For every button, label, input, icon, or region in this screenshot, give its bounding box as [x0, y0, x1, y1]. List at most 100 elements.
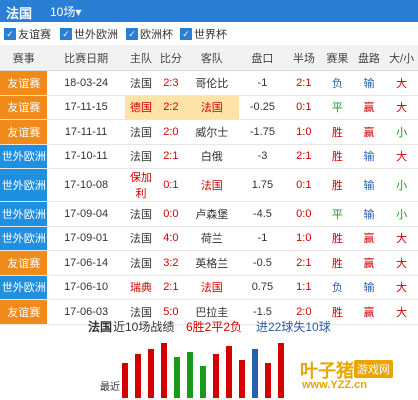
filter-euro-cup[interactable]: ✓ 欧洲杯 — [126, 26, 173, 42]
result-cell: 胜 — [322, 250, 353, 276]
away-team-cell[interactable]: 法国 — [184, 95, 240, 120]
home-team-cell[interactable]: 保加利 — [124, 168, 158, 202]
cover-cell: 赢 — [352, 250, 386, 276]
away-team-cell[interactable]: 哥伦比 — [184, 70, 240, 96]
half-score-cell: 2:1 — [285, 144, 323, 169]
score-cell: 4:0 — [157, 226, 185, 251]
away-team-cell[interactable]: 卢森堡 — [184, 201, 240, 227]
filter-bar: ✓ 友谊赛 ✓ 世外欧洲 ✓ 欧洲杯 ✓ 世界杯 — [0, 24, 418, 42]
home-team-cell[interactable]: 法国 — [124, 250, 158, 276]
table-row: 友谊赛 17-11-11 法国 2:0 威尔士 -1.75 1:0 胜赢小 — [0, 119, 418, 145]
cover-cell: 输 — [352, 201, 386, 227]
over-under-cell: 小 — [385, 168, 418, 202]
filter-label: 友谊赛 — [18, 29, 51, 41]
home-team-cell[interactable]: 德国 — [124, 95, 158, 120]
logo-url: www.YZZ.cn — [302, 379, 367, 391]
form-bar-chart — [118, 334, 298, 398]
event-cell[interactable]: 世外欧洲 — [0, 144, 48, 169]
line-cell: -0.5 — [239, 250, 286, 276]
half-score-cell: 0:1 — [285, 168, 323, 202]
date-cell: 17-09-01 — [47, 226, 125, 251]
over-under-cell: 大 — [385, 226, 418, 251]
away-team-cell[interactable]: 荷兰 — [184, 226, 240, 251]
result-cell: 负 — [322, 275, 353, 300]
summary-record: 6胜2平2负 — [186, 320, 243, 334]
form-bar — [187, 352, 193, 398]
logo-tag: 游戏网 — [354, 360, 393, 378]
form-bar — [161, 343, 167, 398]
site-logo: 叶子猪 游戏网 www.YZZ.cn — [300, 355, 418, 400]
event-cell[interactable]: 友谊赛 — [0, 70, 48, 96]
away-team-cell[interactable]: 威尔士 — [184, 119, 240, 145]
event-cell[interactable]: 友谊赛 — [0, 119, 48, 145]
half-score-cell: 0:1 — [285, 95, 323, 120]
col-date: 比赛日期 — [47, 45, 125, 71]
line-cell: 0.75 — [239, 275, 286, 300]
checkbox-icon[interactable]: ✓ — [60, 28, 72, 40]
cover-cell: 赢 — [352, 95, 386, 120]
form-bar — [200, 366, 206, 398]
form-bar — [226, 346, 232, 398]
form-bar — [213, 354, 219, 398]
over-under-cell: 小 — [385, 119, 418, 145]
home-team-cell[interactable]: 瑞典 — [124, 275, 158, 300]
team-title: 法国 — [6, 6, 33, 21]
filter-label: 世界杯 — [194, 29, 227, 41]
event-cell[interactable]: 世外欧洲 — [0, 168, 48, 202]
range-select[interactable]: 10场▾ — [50, 3, 81, 20]
result-cell: 胜 — [322, 144, 353, 169]
home-team-cell[interactable]: 法国 — [124, 70, 158, 96]
home-team-cell[interactable]: 法国 — [124, 201, 158, 227]
summary-goals: 进22球失10球 — [256, 320, 331, 334]
away-team-cell[interactable]: 法国 — [184, 275, 240, 300]
result-cell: 胜 — [322, 119, 353, 145]
checkbox-icon[interactable]: ✓ — [126, 28, 138, 40]
date-cell: 17-09-04 — [47, 201, 125, 227]
home-team-cell[interactable]: 法国 — [124, 226, 158, 251]
over-under-cell: 大 — [385, 70, 418, 96]
away-team-cell[interactable]: 白俄 — [184, 144, 240, 169]
table-header: 赛事 比赛日期 主队 比分 客队 盘口 半场 赛果 盘路 大/小 — [0, 45, 418, 71]
filter-world-cup[interactable]: ✓ 世界杯 — [180, 26, 227, 42]
date-cell: 18-03-24 — [47, 70, 125, 96]
checkbox-icon[interactable]: ✓ — [180, 28, 192, 40]
table-row: 世外欧洲 17-06-10 瑞典 2:1 法国 0.75 1:1 负输大 — [0, 275, 418, 300]
away-team-cell[interactable]: 英格兰 — [184, 250, 240, 276]
form-bar — [148, 349, 154, 398]
form-bar — [174, 357, 180, 398]
cover-cell: 赢 — [352, 119, 386, 145]
filter-wcq-europe[interactable]: ✓ 世外欧洲 — [60, 26, 118, 42]
result-cell: 负 — [322, 70, 353, 96]
table-row: 友谊赛 17-06-14 法国 3:2 英格兰 -0.5 2:1 胜赢大 — [0, 250, 418, 276]
form-bar — [239, 360, 245, 398]
filter-friendly[interactable]: ✓ 友谊赛 — [4, 26, 51, 42]
home-team-cell[interactable]: 法国 — [124, 144, 158, 169]
form-bar — [265, 363, 271, 398]
half-score-cell: 2:1 — [285, 70, 323, 96]
event-cell[interactable]: 世外欧洲 — [0, 201, 48, 227]
line-cell: -0.25 — [239, 95, 286, 120]
half-score-cell: 1:1 — [285, 275, 323, 300]
score-cell: 3:2 — [157, 250, 185, 276]
line-cell: -4.5 — [239, 201, 286, 227]
cover-cell: 输 — [352, 144, 386, 169]
event-cell[interactable]: 世外欧洲 — [0, 226, 48, 251]
col-cover: 盘路 — [352, 45, 386, 71]
table-row: 友谊赛 18-03-24 法国 2:3 哥伦比 -1 2:1 负输大 — [0, 70, 418, 96]
over-under-cell: 大 — [385, 275, 418, 300]
table-row: 世外欧洲 17-10-11 法国 2:1 白俄 -3 2:1 胜输大 — [0, 144, 418, 169]
summary-line: 法国 近10场战绩 6胜2平2负 进22球失10球 — [0, 318, 418, 334]
col-home: 主队 — [124, 45, 158, 71]
half-score-cell: 2:1 — [285, 250, 323, 276]
checkbox-icon[interactable]: ✓ — [4, 28, 16, 40]
event-cell[interactable]: 友谊赛 — [0, 95, 48, 120]
col-line: 盘口 — [239, 45, 286, 71]
away-team-cell[interactable]: 法国 — [184, 168, 240, 202]
table-row: 世外欧洲 17-10-08 保加利 0:1 法国 1.75 0:1 胜输小 — [0, 168, 418, 202]
form-bar — [122, 363, 128, 398]
event-cell[interactable]: 世外欧洲 — [0, 275, 48, 300]
line-cell: -3 — [239, 144, 286, 169]
event-cell[interactable]: 友谊赛 — [0, 250, 48, 276]
home-team-cell[interactable]: 法国 — [124, 119, 158, 145]
summary-team: 法国 — [88, 320, 113, 334]
